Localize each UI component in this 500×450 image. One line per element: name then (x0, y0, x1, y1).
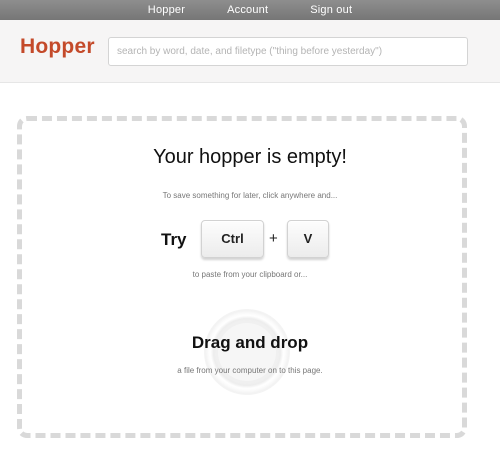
drag-hint-text: a file from your computer on to this pag… (177, 366, 323, 375)
header-bar: Hopper (0, 20, 500, 83)
empty-state-title: Your hopper is empty! (153, 146, 347, 168)
v-key: V (287, 220, 329, 258)
nav-link-account[interactable]: Account (227, 4, 268, 16)
plus-sign: + (269, 230, 278, 247)
try-label: Try (161, 230, 187, 249)
search-input[interactable] (108, 37, 468, 66)
save-hint-text: To save something for later, click anywh… (162, 191, 338, 200)
ctrl-key: Ctrl (201, 220, 264, 258)
nav-link-hopper[interactable]: Hopper (148, 4, 185, 16)
top-nav: Hopper Account Sign out (0, 0, 500, 20)
hopper-logo[interactable]: Hopper (20, 35, 95, 59)
drag-and-drop-title: Drag and drop (191, 333, 309, 352)
nav-link-sign-out[interactable]: Sign out (310, 4, 352, 16)
paste-hint-text: to paste from your clipboard or... (192, 270, 308, 279)
